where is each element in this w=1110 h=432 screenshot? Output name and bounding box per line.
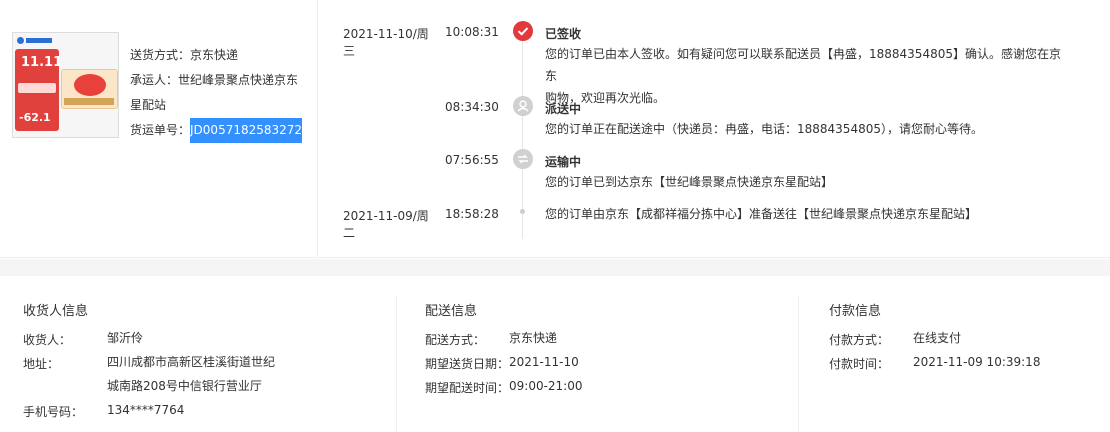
timeline-desc: 您的订单已由本人签收。如有疑问您可以联系配送员【冉盛，18884354805】确… [545, 43, 1065, 109]
delivery-method-value: 京东快递 [509, 331, 558, 345]
column-divider [396, 296, 397, 432]
receiver-address-line: 城南路208号中信银行营业厅 [107, 379, 262, 393]
delivery-info: 配送信息 配送方式： 京东快递 期望送货日期： 2021-11-10 期望配送时… [425, 276, 795, 432]
payment-time-label: 付款时间： [829, 357, 890, 371]
column-divider [798, 296, 799, 432]
transit-icon [513, 149, 533, 169]
payment-method-value: 在线支付 [913, 331, 962, 345]
shipment-section: 11.11 -62.1 送货方式： 京东快递 承运人： 世纪峰景聚点快递京东 星… [0, 0, 1110, 258]
shipment-details: 送货方式： 京东快递 承运人： 世纪峰景聚点快递京东 星配站 货运单号： JD0… [130, 43, 310, 143]
timeline-time: 07:56:55 [445, 153, 499, 167]
timeline-desc-line: 您的订单正在配送途中（快递员：冉盛，电话：18884354805），请您耐心等待… [545, 122, 983, 136]
receiver-phone-label: 手机号码： [23, 405, 84, 419]
timeline-time: 10:08:31 [445, 25, 499, 39]
delivery-time-value: 09:00-21:00 [509, 379, 583, 393]
delivery-date-label: 期望送货日期： [425, 357, 510, 371]
section-divider [0, 259, 1110, 276]
timeline-desc: 您的订单已到达京东【世纪峰景聚点快递京东星配站】 [545, 171, 1065, 193]
promo-price: -62.1 [19, 111, 51, 124]
product-package [61, 69, 118, 109]
timeline-desc: 您的订单由京东【成都祥福分拣中心】准备送往【世纪峰景聚点快递京东星配站】 [545, 203, 1065, 225]
timeline-desc: 您的订单正在配送途中（快递员：冉盛，电话：18884354805），请您耐心等待… [545, 118, 1065, 140]
carrier-label: 承运人： [130, 73, 179, 87]
product-bubble [74, 74, 106, 96]
tracking-number[interactable]: JD0057182583272 [190, 118, 303, 143]
promo-band [18, 83, 56, 93]
timeline-time: 18:58:28 [445, 207, 499, 221]
timeline-desc-line: 您的订单由京东【成都祥福分拣中心】准备送往【世纪峰景聚点快递京东星配站】 [545, 207, 978, 221]
shipment-summary: 11.11 -62.1 送货方式： 京东快递 承运人： 世纪峰景聚点快递京东 星… [0, 0, 318, 258]
timeline-status: 派送中 [545, 102, 582, 116]
brand-logo-icon [17, 37, 24, 44]
timeline-desc-line: 您的订单已到达京东【世纪峰景聚点快递京东星配站】 [545, 175, 834, 189]
timeline-desc-line: 您的订单已由本人签收。如有疑问您可以联系配送员【冉盛，18884354805】确… [545, 47, 1061, 83]
brand-logo [17, 37, 55, 45]
timeline-dot-icon [520, 209, 525, 214]
carrier-value-cont: 星配站 [130, 98, 167, 112]
timeline-desc-line: 购物，欢迎再次光临。 [545, 91, 666, 105]
check-icon [513, 21, 533, 41]
carrier-value: 世纪峰景聚点快递京东 [178, 73, 299, 87]
carrier-row-cont: 星配站 [130, 93, 310, 118]
carrier-row: 承运人： 世纪峰景聚点快递京东 [130, 68, 310, 93]
delivery-date-value: 2021-11-10 [509, 355, 579, 369]
payment-info: 付款信息 付款方式： 在线支付 付款时间： 2021-11-09 10:39:1… [829, 276, 1099, 432]
timeline-date: 2021-11-09/周二 [343, 209, 429, 240]
tracking-label: 货运单号： [130, 123, 191, 137]
receiver-address-label: 地址： [23, 357, 60, 371]
brand-logo-text [26, 38, 52, 43]
receiver-info: 收货人信息 收货人： 邹沂伶 地址： 四川成都市高新区桂溪街道世纪 城南路208… [23, 276, 393, 432]
timeline-time: 08:34:30 [445, 100, 499, 114]
receiver-address-line: 四川成都市高新区桂溪街道世纪 [107, 355, 276, 369]
promo-text: 11.11 [21, 55, 63, 70]
shipping-method-label: 送货方式： [130, 48, 191, 62]
timeline-status: 已签收 [545, 27, 582, 41]
payment-method-label: 付款方式： [829, 333, 890, 347]
receiver-name-value: 邹沂伶 [107, 331, 144, 345]
promo-card: 11.11 -62.1 [15, 49, 63, 131]
delivery-person-icon [513, 96, 533, 116]
payment-time-value: 2021-11-09 10:39:18 [913, 355, 1041, 369]
shipping-method-row: 送货方式： 京东快递 [130, 43, 310, 68]
receiver-title: 收货人信息 [23, 304, 89, 319]
timeline-date: 2021-11-10/周三 [343, 27, 429, 58]
product-thumbnail[interactable]: 11.11 -62.1 [12, 32, 119, 138]
order-info-section: 收货人信息 收货人： 邹沂伶 地址： 四川成都市高新区桂溪街道世纪 城南路208… [0, 276, 1110, 432]
delivery-method-label: 配送方式： [425, 333, 486, 347]
shipping-method-value: 京东快递 [190, 48, 239, 62]
delivery-title: 配送信息 [425, 304, 478, 319]
delivery-time-label: 期望配送时间： [425, 381, 510, 395]
tracking-row: 货运单号： JD0057182583272 [130, 118, 310, 143]
product-tag [64, 98, 114, 105]
tracking-timeline: 2021-11-10/周三 10:08:31 已签收 您的订单已由本人签收。如有… [319, 0, 1110, 258]
receiver-name-label: 收货人： [23, 333, 72, 347]
receiver-phone-value: 134****7764 [107, 403, 185, 417]
timeline-status: 运输中 [545, 155, 582, 169]
payment-title: 付款信息 [829, 304, 882, 319]
